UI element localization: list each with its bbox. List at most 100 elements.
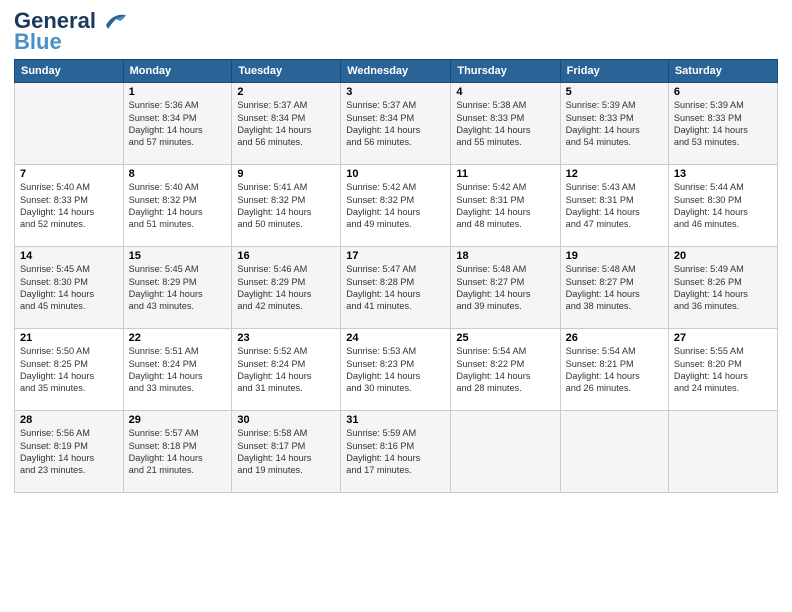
calendar-cell: 28Sunrise: 5:56 AM Sunset: 8:19 PM Dayli… [15, 411, 124, 493]
day-number: 18 [456, 250, 554, 262]
day-number: 16 [237, 250, 335, 262]
calendar-cell: 25Sunrise: 5:54 AM Sunset: 8:22 PM Dayli… [451, 329, 560, 411]
day-number: 1 [129, 86, 227, 98]
day-info: Sunrise: 5:59 AM Sunset: 8:16 PM Dayligh… [346, 427, 445, 477]
day-number: 30 [237, 414, 335, 426]
week-row-3: 21Sunrise: 5:50 AM Sunset: 8:25 PM Dayli… [15, 329, 778, 411]
day-info: Sunrise: 5:45 AM Sunset: 8:29 PM Dayligh… [129, 263, 227, 313]
day-info: Sunrise: 5:37 AM Sunset: 8:34 PM Dayligh… [237, 99, 335, 149]
calendar-cell: 18Sunrise: 5:48 AM Sunset: 8:27 PM Dayli… [451, 247, 560, 329]
day-info: Sunrise: 5:43 AM Sunset: 8:31 PM Dayligh… [566, 181, 663, 231]
calendar-cell [451, 411, 560, 493]
calendar-cell: 2Sunrise: 5:37 AM Sunset: 8:34 PM Daylig… [232, 83, 341, 165]
day-info: Sunrise: 5:36 AM Sunset: 8:34 PM Dayligh… [129, 99, 227, 149]
day-info: Sunrise: 5:53 AM Sunset: 8:23 PM Dayligh… [346, 345, 445, 395]
calendar-cell: 22Sunrise: 5:51 AM Sunset: 8:24 PM Dayli… [123, 329, 232, 411]
weekday-header-thursday: Thursday [451, 60, 560, 83]
day-info: Sunrise: 5:58 AM Sunset: 8:17 PM Dayligh… [237, 427, 335, 477]
day-number: 23 [237, 332, 335, 344]
calendar-cell: 10Sunrise: 5:42 AM Sunset: 8:32 PM Dayli… [341, 165, 451, 247]
day-number: 6 [674, 86, 772, 98]
day-number: 13 [674, 168, 772, 180]
calendar-cell: 12Sunrise: 5:43 AM Sunset: 8:31 PM Dayli… [560, 165, 668, 247]
day-number: 8 [129, 168, 227, 180]
day-number: 28 [20, 414, 118, 426]
page-container: General Blue SundayMondayTuesdayWednesda… [0, 0, 792, 503]
header: General Blue [14, 10, 778, 53]
calendar-cell: 6Sunrise: 5:39 AM Sunset: 8:33 PM Daylig… [668, 83, 777, 165]
day-number: 5 [566, 86, 663, 98]
weekday-header-friday: Friday [560, 60, 668, 83]
weekday-header-saturday: Saturday [668, 60, 777, 83]
day-info: Sunrise: 5:37 AM Sunset: 8:34 PM Dayligh… [346, 99, 445, 149]
calendar-cell: 15Sunrise: 5:45 AM Sunset: 8:29 PM Dayli… [123, 247, 232, 329]
calendar-cell: 21Sunrise: 5:50 AM Sunset: 8:25 PM Dayli… [15, 329, 124, 411]
day-info: Sunrise: 5:42 AM Sunset: 8:31 PM Dayligh… [456, 181, 554, 231]
day-number: 27 [674, 332, 772, 344]
day-number: 25 [456, 332, 554, 344]
week-row-0: 1Sunrise: 5:36 AM Sunset: 8:34 PM Daylig… [15, 83, 778, 165]
logo: General Blue [14, 10, 128, 53]
calendar-cell: 26Sunrise: 5:54 AM Sunset: 8:21 PM Dayli… [560, 329, 668, 411]
calendar-cell: 1Sunrise: 5:36 AM Sunset: 8:34 PM Daylig… [123, 83, 232, 165]
calendar-cell: 29Sunrise: 5:57 AM Sunset: 8:18 PM Dayli… [123, 411, 232, 493]
day-info: Sunrise: 5:52 AM Sunset: 8:24 PM Dayligh… [237, 345, 335, 395]
calendar-cell [668, 411, 777, 493]
day-number: 3 [346, 86, 445, 98]
day-info: Sunrise: 5:41 AM Sunset: 8:32 PM Dayligh… [237, 181, 335, 231]
day-info: Sunrise: 5:46 AM Sunset: 8:29 PM Dayligh… [237, 263, 335, 313]
day-info: Sunrise: 5:54 AM Sunset: 8:22 PM Dayligh… [456, 345, 554, 395]
day-info: Sunrise: 5:48 AM Sunset: 8:27 PM Dayligh… [566, 263, 663, 313]
week-row-2: 14Sunrise: 5:45 AM Sunset: 8:30 PM Dayli… [15, 247, 778, 329]
calendar-cell: 9Sunrise: 5:41 AM Sunset: 8:32 PM Daylig… [232, 165, 341, 247]
week-row-1: 7Sunrise: 5:40 AM Sunset: 8:33 PM Daylig… [15, 165, 778, 247]
week-row-4: 28Sunrise: 5:56 AM Sunset: 8:19 PM Dayli… [15, 411, 778, 493]
calendar-cell: 23Sunrise: 5:52 AM Sunset: 8:24 PM Dayli… [232, 329, 341, 411]
day-number: 11 [456, 168, 554, 180]
day-info: Sunrise: 5:39 AM Sunset: 8:33 PM Dayligh… [566, 99, 663, 149]
calendar-cell: 30Sunrise: 5:58 AM Sunset: 8:17 PM Dayli… [232, 411, 341, 493]
calendar-cell: 7Sunrise: 5:40 AM Sunset: 8:33 PM Daylig… [15, 165, 124, 247]
calendar-cell: 17Sunrise: 5:47 AM Sunset: 8:28 PM Dayli… [341, 247, 451, 329]
calendar-cell: 27Sunrise: 5:55 AM Sunset: 8:20 PM Dayli… [668, 329, 777, 411]
day-number: 9 [237, 168, 335, 180]
day-info: Sunrise: 5:44 AM Sunset: 8:30 PM Dayligh… [674, 181, 772, 231]
day-number: 4 [456, 86, 554, 98]
calendar-cell: 20Sunrise: 5:49 AM Sunset: 8:26 PM Dayli… [668, 247, 777, 329]
day-number: 12 [566, 168, 663, 180]
day-info: Sunrise: 5:40 AM Sunset: 8:33 PM Dayligh… [20, 181, 118, 231]
calendar-cell: 14Sunrise: 5:45 AM Sunset: 8:30 PM Dayli… [15, 247, 124, 329]
day-number: 21 [20, 332, 118, 344]
day-number: 7 [20, 168, 118, 180]
weekday-header-wednesday: Wednesday [341, 60, 451, 83]
day-info: Sunrise: 5:39 AM Sunset: 8:33 PM Dayligh… [674, 99, 772, 149]
day-number: 20 [674, 250, 772, 262]
logo-blue-text: Blue [14, 31, 62, 53]
day-info: Sunrise: 5:55 AM Sunset: 8:20 PM Dayligh… [674, 345, 772, 395]
calendar-cell: 13Sunrise: 5:44 AM Sunset: 8:30 PM Dayli… [668, 165, 777, 247]
weekday-header-row: SundayMondayTuesdayWednesdayThursdayFrid… [15, 60, 778, 83]
day-number: 10 [346, 168, 445, 180]
calendar-table: SundayMondayTuesdayWednesdayThursdayFrid… [14, 59, 778, 493]
day-info: Sunrise: 5:42 AM Sunset: 8:32 PM Dayligh… [346, 181, 445, 231]
calendar-cell [15, 83, 124, 165]
day-info: Sunrise: 5:51 AM Sunset: 8:24 PM Dayligh… [129, 345, 227, 395]
day-info: Sunrise: 5:57 AM Sunset: 8:18 PM Dayligh… [129, 427, 227, 477]
calendar-cell: 31Sunrise: 5:59 AM Sunset: 8:16 PM Dayli… [341, 411, 451, 493]
day-number: 17 [346, 250, 445, 262]
day-info: Sunrise: 5:45 AM Sunset: 8:30 PM Dayligh… [20, 263, 118, 313]
calendar-cell [560, 411, 668, 493]
day-number: 2 [237, 86, 335, 98]
calendar-cell: 3Sunrise: 5:37 AM Sunset: 8:34 PM Daylig… [341, 83, 451, 165]
calendar-cell: 5Sunrise: 5:39 AM Sunset: 8:33 PM Daylig… [560, 83, 668, 165]
weekday-header-monday: Monday [123, 60, 232, 83]
day-info: Sunrise: 5:47 AM Sunset: 8:28 PM Dayligh… [346, 263, 445, 313]
day-number: 19 [566, 250, 663, 262]
calendar-cell: 11Sunrise: 5:42 AM Sunset: 8:31 PM Dayli… [451, 165, 560, 247]
calendar-cell: 4Sunrise: 5:38 AM Sunset: 8:33 PM Daylig… [451, 83, 560, 165]
day-number: 22 [129, 332, 227, 344]
day-info: Sunrise: 5:49 AM Sunset: 8:26 PM Dayligh… [674, 263, 772, 313]
day-info: Sunrise: 5:54 AM Sunset: 8:21 PM Dayligh… [566, 345, 663, 395]
day-info: Sunrise: 5:48 AM Sunset: 8:27 PM Dayligh… [456, 263, 554, 313]
weekday-header-sunday: Sunday [15, 60, 124, 83]
